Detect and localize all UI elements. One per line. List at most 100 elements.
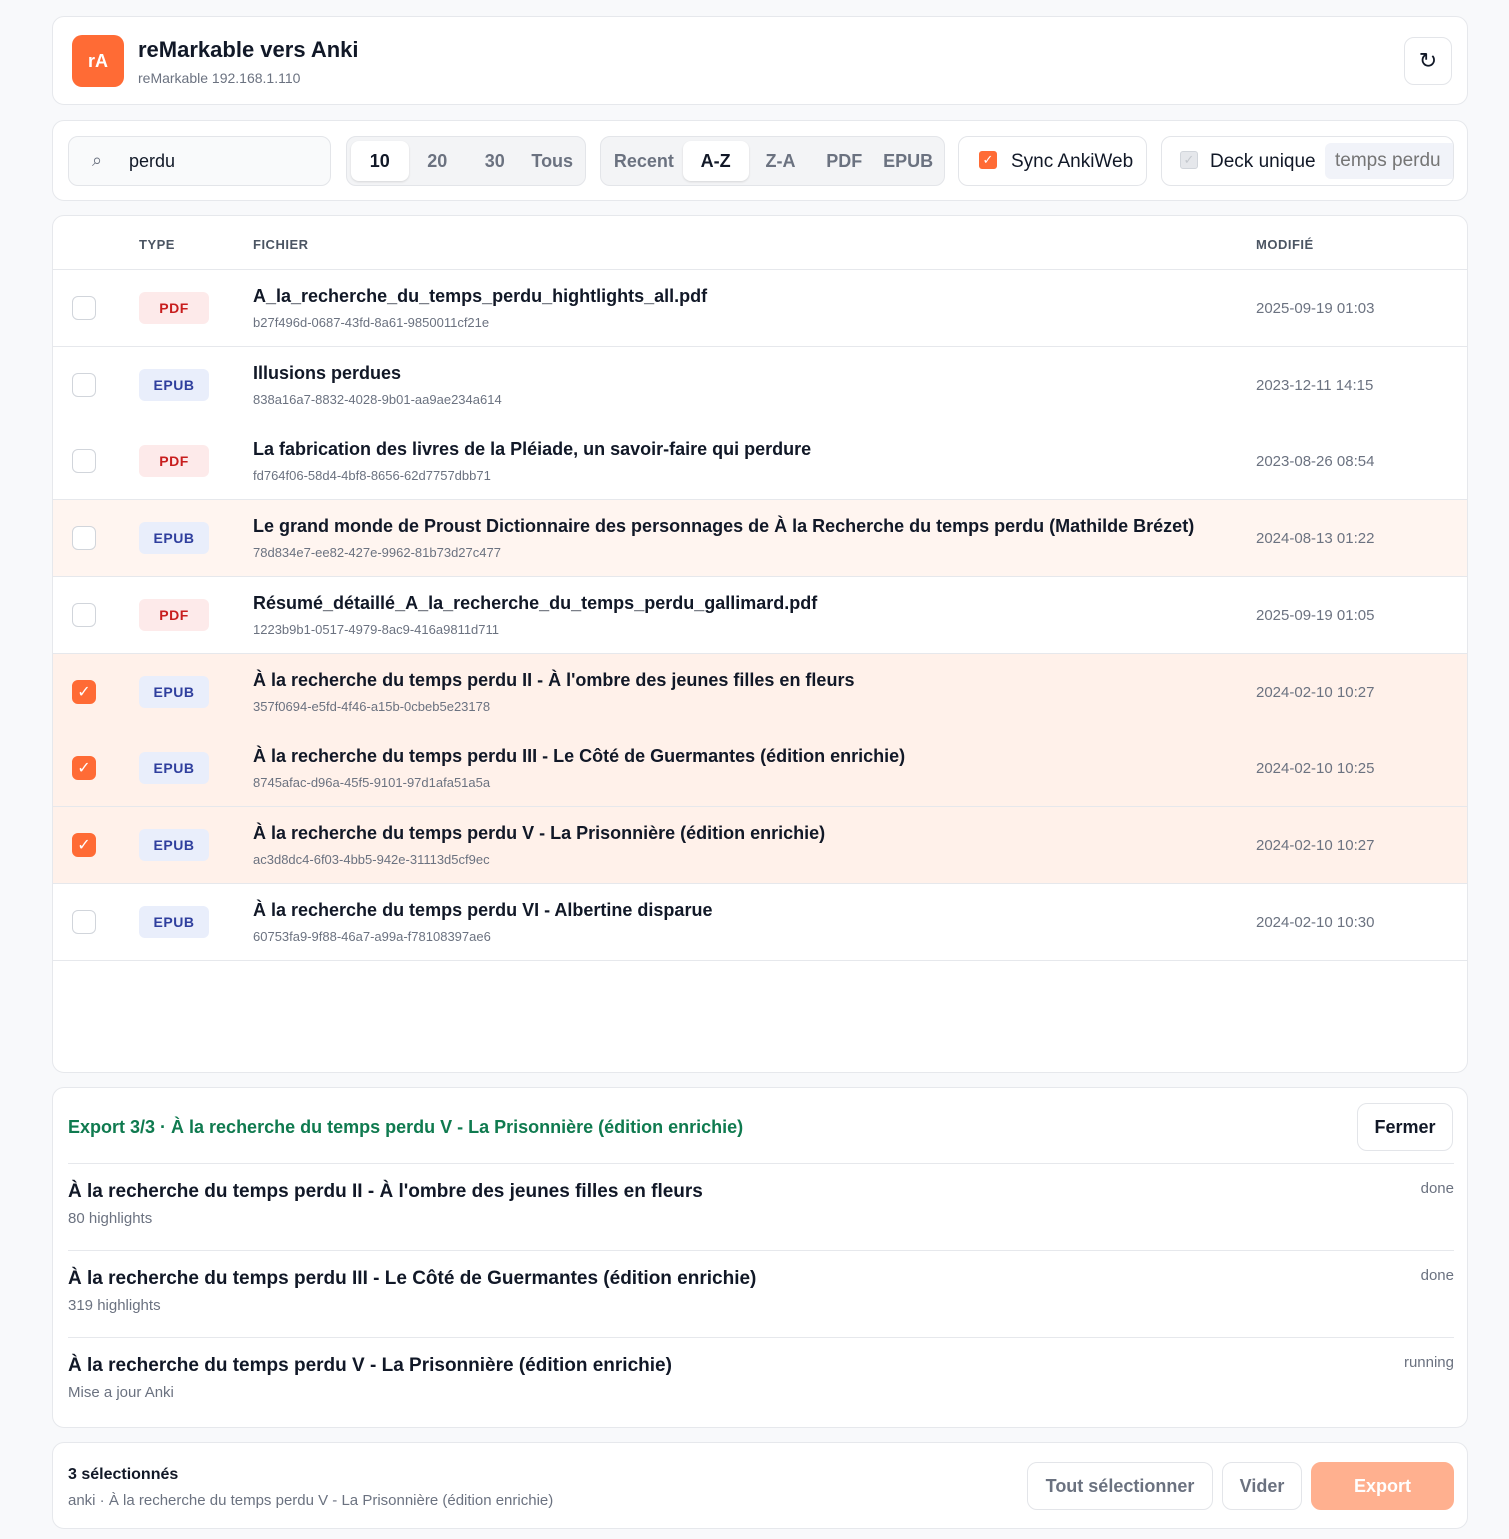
file-name: À la recherche du temps perdu III - Le C… [253, 746, 906, 766]
file-modified-date: 2024-02-10 10:27 [1256, 837, 1375, 854]
single-deck-label: Deck unique [1210, 151, 1316, 172]
job-title: À la recherche du temps perdu II - À l'o… [68, 1181, 703, 1202]
file-modified-date: 2024-02-10 10:25 [1256, 760, 1375, 777]
table-row[interactable]: EPUB Illusions perdues 838a16a7-8832-402… [53, 347, 1467, 424]
file-id: 8745afac-d96a-45f5-9101-97d1afa51a5a [253, 775, 491, 790]
sync-ankiweb-label: Sync AnkiWeb [1011, 151, 1134, 172]
type-badge: EPUB [139, 752, 209, 784]
file-name: La fabrication des livres de la Pléiade,… [253, 439, 812, 459]
limit-option-all[interactable]: Tous [524, 141, 582, 181]
sort-option-za[interactable]: Z-A [749, 141, 813, 181]
search-box[interactable]: ⌕ [68, 136, 331, 186]
job-detail: 319 highlights [68, 1297, 161, 1314]
search-input[interactable] [129, 137, 324, 185]
selected-count: 3 sélectionnés [68, 1466, 179, 1483]
type-badge: EPUB [139, 522, 209, 554]
row-checkbox[interactable] [72, 526, 96, 550]
file-modified-date: 2024-02-10 10:27 [1256, 684, 1375, 701]
column-header-file[interactable]: FICHIER [253, 237, 309, 252]
clear-button[interactable]: Vider [1222, 1462, 1302, 1510]
file-modified-date: 2025-09-19 01:03 [1256, 300, 1375, 317]
table-row[interactable]: ✓ EPUB À la recherche du temps perdu III… [53, 730, 1467, 807]
type-badge: PDF [139, 599, 209, 631]
job-detail: Mise a jour Anki [68, 1384, 174, 1401]
row-checkbox[interactable] [72, 910, 96, 934]
file-modified-date: 2024-02-10 10:30 [1256, 914, 1375, 931]
job-detail: 80 highlights [68, 1210, 153, 1227]
job-title: À la recherche du temps perdu III - Le C… [68, 1268, 757, 1289]
file-table: TYPE FICHIER MODIFIÉ PDF A_la_recherche_… [52, 215, 1468, 1073]
job-status: done [1420, 1180, 1454, 1197]
export-job-item: À la recherche du temps perdu V - La Pri… [68, 1337, 1454, 1424]
file-id: b27f496d-0687-43fd-8a61-9850011cf21e [253, 315, 490, 330]
row-checkbox[interactable] [72, 603, 96, 627]
table-row[interactable]: PDF La fabrication des livres de la Pléi… [53, 423, 1467, 500]
export-status-title: Export 3/3 · À la recherche du temps per… [68, 1117, 744, 1137]
app-header: rA reMarkable vers Anki reMarkable 192.1… [52, 16, 1468, 105]
file-name: À la recherche du temps perdu VI - Alber… [253, 900, 713, 920]
limit-option-30[interactable]: 30 [466, 141, 524, 181]
file-modified-date: 2025-09-19 01:05 [1256, 607, 1375, 624]
table-row[interactable]: ✓ EPUB À la recherche du temps perdu II … [53, 654, 1467, 731]
sort-option-az[interactable]: A-Z [682, 141, 749, 181]
type-badge: EPUB [139, 829, 209, 861]
file-modified-date: 2024-08-13 01:22 [1256, 530, 1375, 547]
limit-option-20[interactable]: 20 [409, 141, 467, 181]
column-header-modified[interactable]: MODIFIÉ [1256, 237, 1314, 252]
file-name: Illusions perdues [253, 363, 402, 383]
type-badge: PDF [139, 292, 209, 324]
export-job-item: À la recherche du temps perdu III - Le C… [68, 1250, 1454, 1337]
refresh-button[interactable]: ↻ [1404, 37, 1452, 85]
table-row[interactable]: EPUB Le grand monde de Proust Dictionnai… [53, 500, 1467, 577]
export-progress-panel: Export 3/3 · À la recherche du temps per… [52, 1087, 1468, 1428]
selection-bar: 3 sélectionnés anki · À la recherche du … [52, 1442, 1468, 1529]
file-id: 60753fa9-9f88-46a7-a99a-f78108397ae6 [253, 929, 491, 944]
file-id: 78d834e7-ee82-427e-9962-81b73d27c477 [253, 545, 501, 560]
table-row[interactable]: PDF A_la_recherche_du_temps_perdu_hightl… [53, 270, 1467, 347]
file-name: À la recherche du temps perdu II - À l'o… [253, 670, 855, 690]
job-title: À la recherche du temps perdu V - La Pri… [68, 1355, 672, 1376]
file-id: ac3d8dc4-6f03-4bb5-942e-31113d5cf9ec [253, 852, 490, 867]
sort-option-recent[interactable]: Recent [605, 141, 683, 181]
row-checkbox[interactable]: ✓ [72, 680, 96, 704]
single-deck-toggle[interactable]: ✓ Deck unique [1161, 136, 1454, 186]
table-row[interactable]: PDF Résumé_détaillé_A_la_recherche_du_te… [53, 577, 1467, 654]
search-icon: ⌕ [92, 150, 103, 170]
type-badge: PDF [139, 445, 209, 477]
sync-ankiweb-toggle[interactable]: ✓ Sync AnkiWeb [958, 136, 1147, 186]
selected-detail: anki · À la recherche du temps perdu V -… [68, 1492, 554, 1509]
app-logo: rA [72, 35, 124, 87]
file-id: 838a16a7-8832-4028-9b01-aa9ae234a614 [253, 392, 502, 407]
filter-toolbar: ⌕ 10 20 30 Tous Recent A-Z Z-A PDF EPUB … [52, 120, 1468, 201]
row-checkbox[interactable]: ✓ [72, 756, 96, 780]
row-checkbox[interactable] [72, 449, 96, 473]
sort-option-pdf[interactable]: PDF [812, 141, 876, 181]
sort-option-epub[interactable]: EPUB [876, 141, 940, 181]
file-modified-date: 2023-12-11 14:15 [1256, 377, 1374, 394]
app-title: reMarkable vers Anki [138, 37, 359, 62]
single-deck-checkbox[interactable]: ✓ [1180, 151, 1198, 169]
limit-option-10[interactable]: 10 [351, 141, 409, 181]
job-status: running [1403, 1354, 1454, 1371]
sync-ankiweb-checkbox[interactable]: ✓ [979, 151, 997, 169]
table-row[interactable]: ✓ EPUB À la recherche du temps perdu V -… [53, 807, 1467, 884]
deck-name-input[interactable] [1325, 143, 1453, 179]
file-name: À la recherche du temps perdu V - La Pri… [253, 823, 826, 843]
row-checkbox[interactable]: ✓ [72, 833, 96, 857]
file-id: 357f0694-e5fd-4f46-a15b-0cbeb5e23178 [253, 699, 491, 714]
close-button[interactable]: Fermer [1357, 1103, 1453, 1151]
type-badge: EPUB [139, 676, 209, 708]
file-name: A_la_recherche_du_temps_perdu_hightlight… [253, 286, 708, 306]
file-id: fd764f06-58d4-4bf8-8656-62d7757dbb71 [253, 468, 491, 483]
select-all-button[interactable]: Tout sélectionner [1027, 1462, 1213, 1510]
file-name: Résumé_détaillé_A_la_recherche_du_temps_… [253, 593, 818, 613]
table-row[interactable]: EPUB À la recherche du temps perdu VI - … [53, 884, 1467, 961]
refresh-icon: ↻ [1418, 48, 1438, 73]
row-checkbox[interactable] [72, 373, 96, 397]
column-header-type[interactable]: TYPE [139, 237, 175, 252]
type-badge: EPUB [139, 369, 209, 401]
export-button[interactable]: Export [1311, 1462, 1454, 1510]
file-name: Le grand monde de Proust Dictionnaire de… [253, 516, 1195, 536]
limit-selector: 10 20 30 Tous [346, 136, 586, 186]
row-checkbox[interactable] [72, 296, 96, 320]
